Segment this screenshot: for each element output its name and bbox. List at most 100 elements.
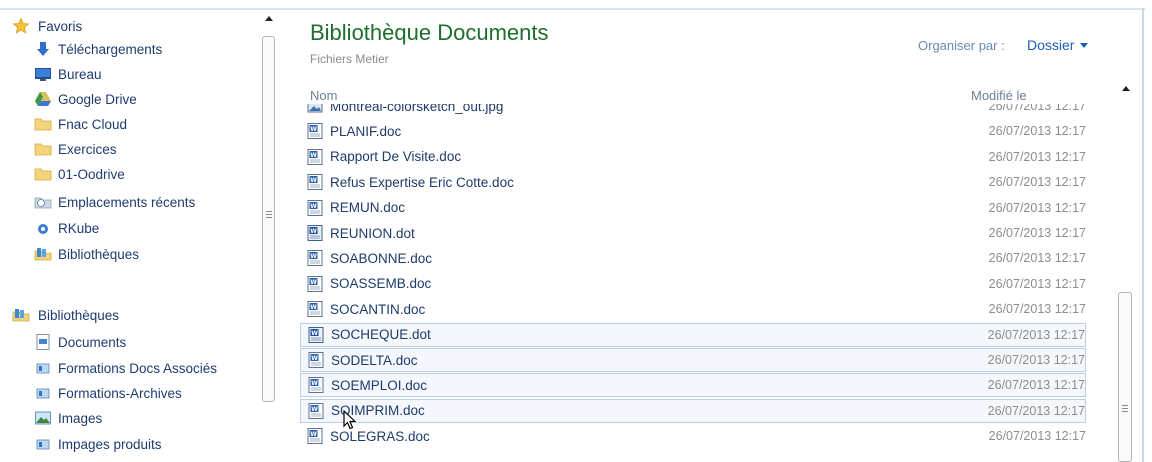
word-doc-icon: W — [306, 122, 324, 140]
nav-item-fnac-cloud[interactable]: Fnac Cloud — [34, 112, 127, 136]
navigation-scroll-thumb[interactable] — [262, 36, 275, 402]
file-row[interactable]: W SOIMPRIM.doc 26/07/2013 12:17 — [300, 398, 1086, 423]
nav-item-exercices[interactable]: Exercices — [34, 137, 117, 161]
word-template-icon: W — [307, 326, 325, 344]
word-doc-icon: W — [306, 275, 324, 293]
window-right-border — [1142, 8, 1144, 462]
desktop-icon — [34, 65, 52, 83]
nav-item-01-oodrive[interactable]: 01-Oodrive — [34, 162, 125, 186]
file-name: REMUN.doc — [330, 200, 406, 216]
folder-icon — [34, 140, 52, 158]
nav-item-bibliotheques[interactable]: Bibliothèques — [34, 242, 139, 266]
word-doc-icon: W — [307, 402, 325, 420]
google-drive-icon — [34, 90, 52, 108]
nav-item-label: Formations-Archives — [58, 385, 182, 401]
file-name: SOABONNE.doc — [330, 250, 433, 266]
explorer-window: Favoris Téléchargements Bureau Google Drive… — [0, 0, 1152, 462]
library-folder-icon — [34, 384, 52, 402]
nav-item-bureau[interactable]: Bureau — [34, 62, 102, 86]
scroll-up-arrow-icon[interactable] — [265, 16, 273, 21]
svg-text:W: W — [310, 279, 317, 286]
svg-text:W: W — [311, 406, 318, 413]
file-modified-date: 26/07/2013 12:17 — [988, 175, 1086, 190]
nav-item-formations-archives[interactable]: Formations-Archives — [34, 381, 182, 405]
file-modified-date: 26/07/2013 12:17 — [988, 200, 1086, 215]
documents-library-icon — [34, 333, 52, 351]
file-name: SODELTA.doc — [331, 352, 418, 368]
file-row[interactable]: W SODELTA.doc 26/07/2013 12:17 — [300, 348, 1086, 372]
word-doc-icon: W — [307, 376, 325, 394]
content-scrollbar[interactable] — [1116, 80, 1138, 462]
nav-item-bibliotheques[interactable]: Bibliothèques — [12, 303, 119, 327]
recent-places-icon — [34, 193, 52, 211]
file-row[interactable]: W SOCHEQUE.dot 26/07/2013 12:17 — [300, 322, 1086, 347]
nav-item-label: Bureau — [58, 66, 102, 82]
file-row[interactable]: Montreal-colorsketch_out.jpg 26/07/2013 1… — [300, 104, 1086, 118]
file-modified-date: 26/07/2013 12:17 — [988, 276, 1086, 291]
nav-item-documents[interactable]: Documents — [34, 330, 126, 354]
word-template-icon: W — [306, 224, 324, 242]
content-scroll-thumb[interactable] — [1118, 292, 1132, 462]
window-top-border — [0, 8, 1145, 10]
navigation-scrollbar[interactable] — [262, 14, 276, 462]
nav-item-label: RKube — [58, 220, 100, 236]
file-row[interactable]: W Refus Expertise Eric Cotte.doc 26/07/201… — [300, 170, 1086, 194]
nav-item-formations-docs-associes[interactable]: Formations Docs Associés — [34, 356, 217, 380]
file-name: SOEMPLOI.doc — [331, 377, 428, 393]
file-list: Montreal-colorsketch_out.jpg 26/07/2013 1… — [296, 104, 1116, 462]
svg-text:W: W — [310, 126, 317, 133]
file-row[interactable]: W SOCANTIN.doc 26/07/2013 12:17 — [300, 297, 1086, 321]
file-name: SOASSEMB.doc — [330, 276, 432, 292]
file-modified-date: 26/07/2013 12:17 — [987, 378, 1085, 393]
file-name: SOIMPRIM.doc — [331, 403, 425, 419]
nav-item-telechargements[interactable]: Téléchargements — [34, 37, 162, 61]
scroll-up-arrow-icon[interactable] — [1122, 86, 1130, 91]
file-name: REUNION.dot — [330, 225, 415, 241]
file-row[interactable]: W REMUN.doc 26/07/2013 12:17 — [300, 196, 1086, 220]
nav-item-label: Impages produits — [58, 436, 162, 452]
nav-item-label: Bibliothèques — [38, 307, 120, 323]
file-name: SOCANTIN.doc — [330, 301, 426, 317]
file-modified-date: 26/07/2013 12:17 — [988, 302, 1086, 317]
word-doc-icon: W — [306, 173, 324, 191]
file-name: PLANIF.doc — [330, 123, 402, 139]
nav-item-label: Formations Docs Associés — [58, 360, 218, 376]
file-row[interactable]: W PLANIF.doc 26/07/2013 12:17 — [300, 119, 1086, 143]
svg-text:W: W — [311, 330, 318, 337]
file-name: SOLEGRAS.doc — [330, 428, 430, 444]
nav-item-impages-produits[interactable]: Impages produits — [34, 432, 162, 456]
file-row[interactable]: W SOEMPLOI.doc 26/07/2013 12:17 — [300, 373, 1086, 398]
svg-text:W: W — [310, 177, 317, 184]
word-doc-icon: W — [307, 351, 325, 369]
word-doc-icon: W — [306, 427, 324, 445]
file-row[interactable]: W SOABONNE.doc 26/07/2013 12:17 — [300, 246, 1086, 270]
nav-item-favoris[interactable]: Favoris — [12, 14, 82, 38]
svg-text:W: W — [310, 203, 317, 210]
column-header-modified[interactable]: Modifié le — [971, 88, 1027, 103]
file-modified-date: 26/07/2013 12:17 — [988, 226, 1086, 240]
file-row[interactable]: W Rapport De Visite.doc 26/07/2013 12:17 — [300, 145, 1086, 169]
file-name: Rapport De Visite.doc — [330, 149, 462, 165]
svg-text:W: W — [310, 304, 317, 311]
nav-item-images[interactable]: Images — [34, 406, 102, 430]
nav-item-rkube[interactable]: RKube — [34, 216, 99, 240]
file-row[interactable]: W SOLEGRAS.doc 26/07/2013 12:17 — [300, 424, 1086, 448]
nav-item-emplacements-recents[interactable]: Emplacements récents — [34, 190, 195, 214]
column-header-name[interactable]: Nom — [310, 88, 337, 103]
nav-item-label: Bibliothèques — [58, 246, 140, 262]
file-name: Refus Expertise Eric Cotte.doc — [330, 174, 514, 190]
file-row[interactable]: W SOASSEMB.doc 26/07/2013 12:17 — [300, 272, 1086, 296]
content-pane: Bibliothèque Documents Fichiers Metier O… — [296, 14, 1142, 462]
file-modified-date: 26/07/2013 12:17 — [987, 327, 1085, 342]
nav-item-label: Favoris — [38, 18, 83, 34]
file-modified-date: 26/07/2013 12:17 — [988, 104, 1086, 113]
file-name: SOCHEQUE.dot — [331, 327, 431, 343]
arrange-by-value: Dossier — [1027, 37, 1075, 53]
arrange-by-dropdown[interactable]: Dossier — [1027, 37, 1089, 53]
nav-item-google-drive[interactable]: Google Drive — [34, 87, 137, 111]
library-subtitle: Fichiers Metier — [310, 52, 389, 66]
svg-text:W: W — [310, 152, 317, 159]
file-row[interactable]: W REUNION.dot 26/07/2013 12:17 — [300, 221, 1086, 245]
nav-item-label: Téléchargements — [58, 41, 163, 57]
word-doc-icon: W — [306, 249, 324, 267]
